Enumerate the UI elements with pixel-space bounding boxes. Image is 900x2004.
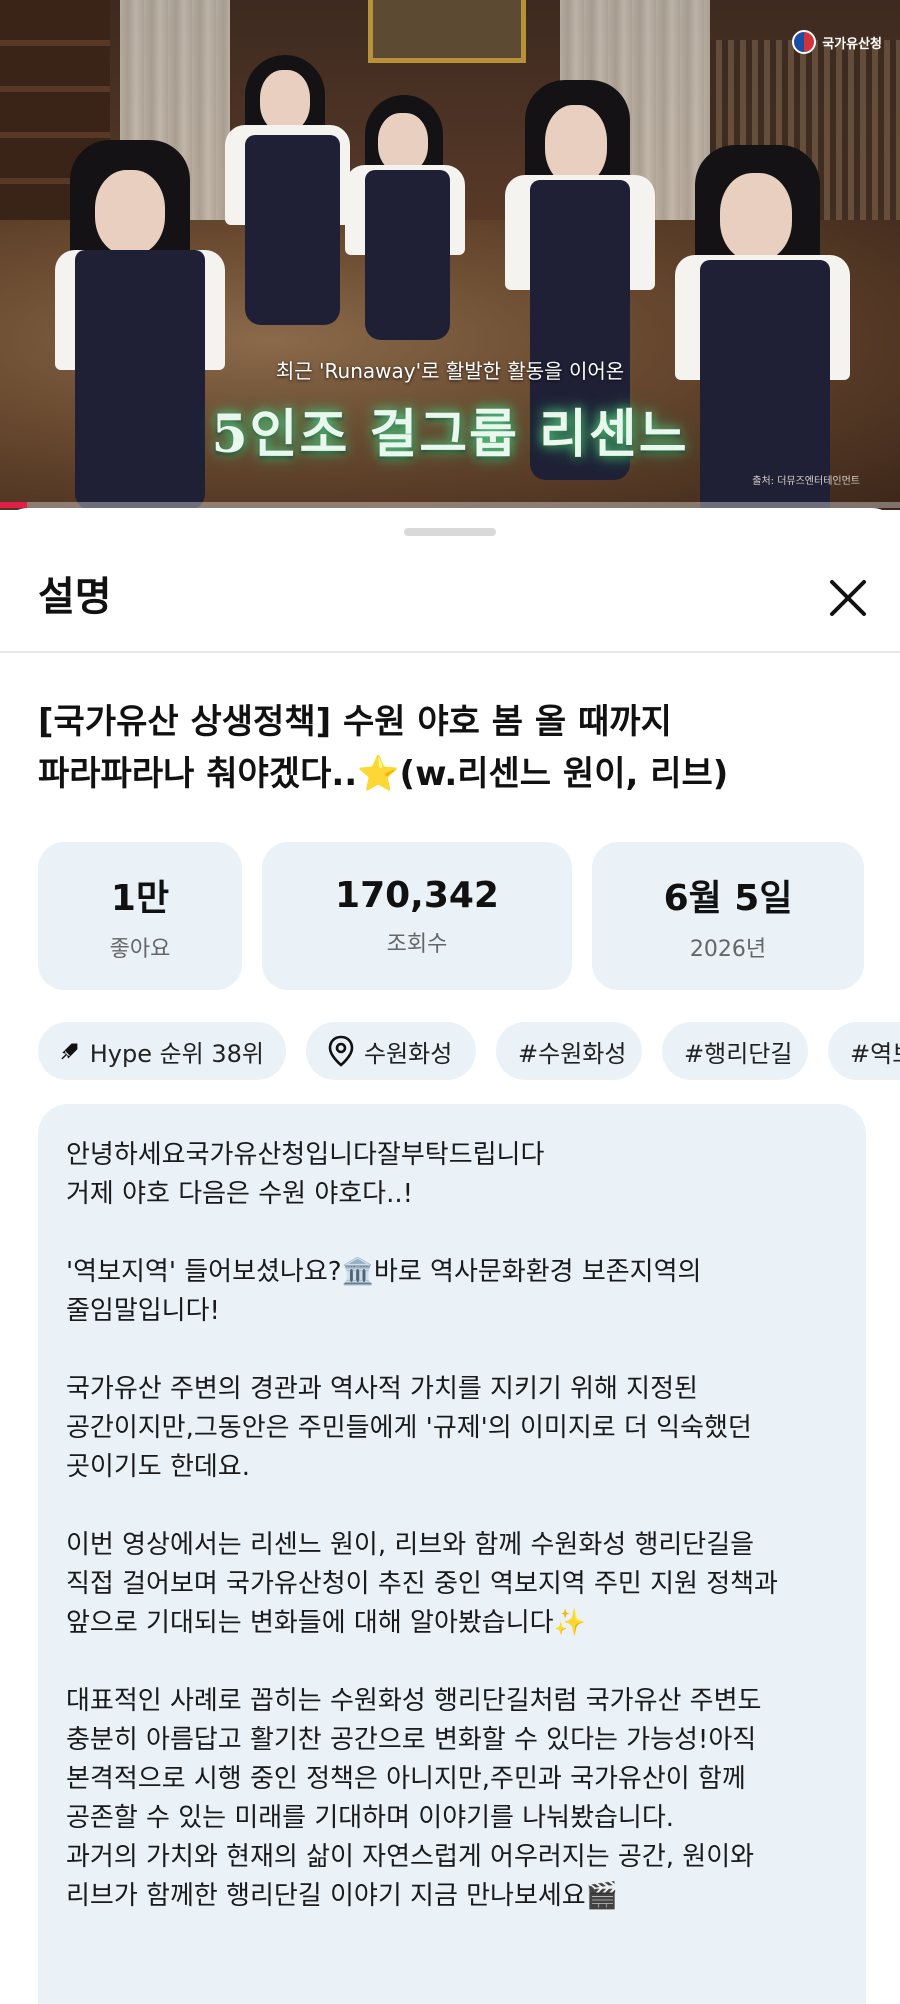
location-pin-icon (328, 1035, 354, 1067)
video-title-line-2-text: 파라파라나 춰야겠다.. (38, 754, 358, 794)
stat-views-label: 조회수 (386, 931, 448, 957)
close-icon (830, 580, 866, 616)
stat-views-value: 170,342 (335, 874, 499, 916)
background-painting (368, 0, 526, 63)
group-member-2 (220, 55, 360, 335)
video-title-line-2: 파라파라나 춰야겠다..⭐(w.리센느 원이, 리브) (38, 748, 858, 800)
stat-date-value: 6월 5일 (663, 878, 793, 919)
channel-logo-text: 국가유산청 (822, 36, 882, 52)
video-progress-fill (0, 502, 27, 508)
chip-hashtag-haengridan-label: #행리단길 (684, 1039, 793, 1068)
stat-likes-value: 1만 (110, 878, 170, 919)
chip-hashtag-suwon[interactable]: #수원화성 (496, 1022, 642, 1080)
stat-views: 170,342 조회수 (262, 842, 572, 990)
channel-logo: 국가유산청 (792, 30, 882, 54)
stat-date: 6월 5일 2026년 (592, 842, 864, 990)
stat-likes-label: 좋아요 (109, 937, 171, 962)
chip-hashtag-yeokbo-label: #역보지역 (850, 1039, 900, 1068)
video-player[interactable]: 국가유산청 최근 'Runaway'로 활발한 활동을 이어온 5인조 걸그룹 … (0, 0, 900, 510)
description-sheet: 설명 [국가유산 상생정책] 수원 야호 봄 올 때까지 파라파라나 춰야겠다.… (0, 508, 900, 2004)
sheet-drag-handle[interactable] (404, 528, 496, 536)
video-credit: 출처: 더뮤즈엔터테인먼트 (752, 476, 860, 487)
close-button[interactable] (820, 570, 876, 626)
stat-date-year: 2026년 (689, 937, 767, 962)
video-caption-title: 5인조 걸그룹 리센느 (211, 404, 689, 465)
video-title-line-1: [국가유산 상생정책] 수원 야호 봄 올 때까지 (38, 702, 672, 742)
chip-location-label: 수원화성 (364, 1039, 453, 1068)
rocket-icon (61, 1043, 78, 1060)
description-text: 안녕하세요국가유산청입니다잘부탁드립니다 거제 야호 다음은 수원 야호다..!… (66, 1140, 778, 1911)
group-member-3 (340, 95, 470, 355)
chip-hashtag-suwon-label: #수원화성 (518, 1039, 627, 1068)
chip-hashtag-haengridan[interactable]: #행리단길 (662, 1022, 808, 1080)
chip-hype-rank[interactable]: Hype 순위 38위 (38, 1022, 286, 1080)
video-title-line-2-suffix: (w.리센느 원이, 리브) (399, 754, 729, 794)
video-caption-subtitle: 최근 'Runaway'로 활발한 활동을 이어온 (275, 359, 625, 383)
sheet-title: 설명 (38, 574, 112, 620)
star-emoji: ⭐ (357, 754, 400, 794)
government-seal-icon (792, 30, 817, 54)
tag-chips-row: Hype 순위 38위 수원화성 #수원화성 #행리단길 #역보지역 (38, 1022, 900, 1084)
sheet-divider (0, 651, 900, 653)
stat-likes: 1만 좋아요 (38, 842, 242, 990)
description-box: 안녕하세요국가유산청입니다잘부탁드립니다 거제 야호 다음은 수원 야호다..!… (38, 1104, 866, 2004)
chip-location[interactable]: 수원화성 (306, 1022, 476, 1080)
video-title: [국가유산 상생정책] 수원 야호 봄 올 때까지 파라파라나 춰야겠다..⭐(… (38, 696, 858, 800)
chip-hashtag-yeokbo[interactable]: #역보지역 (828, 1022, 900, 1080)
chip-hype-rank-label: Hype 순위 38위 (89, 1039, 264, 1068)
